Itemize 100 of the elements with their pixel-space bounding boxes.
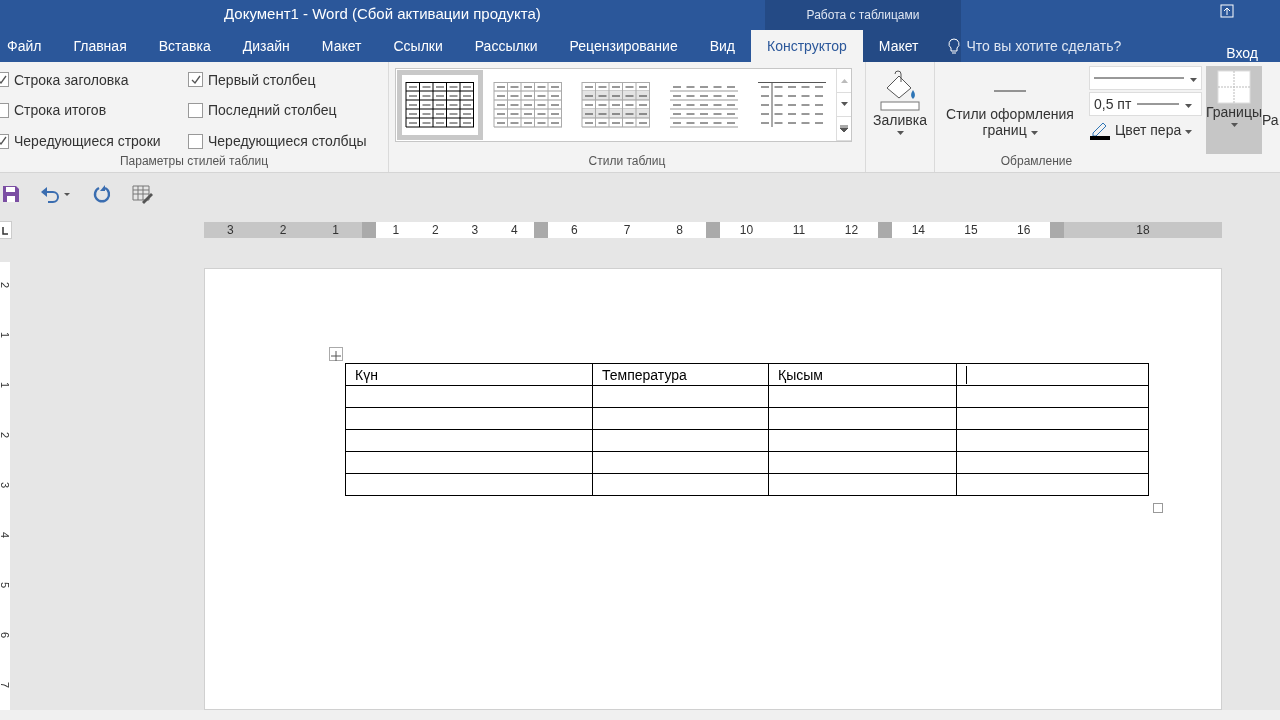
redo-icon[interactable] [92, 184, 112, 204]
table-cell[interactable] [345, 451, 593, 474]
table-cell[interactable] [592, 451, 769, 474]
line-weight-dropdown[interactable]: 0,5 пт [1089, 92, 1202, 116]
ribbon-tab[interactable]: Главная [57, 30, 143, 62]
table-cell[interactable] [592, 385, 769, 408]
borders-button[interactable]: Границы [1206, 66, 1262, 154]
style-option-checkbox[interactable]: Строка итогов [0, 97, 188, 124]
table-cell[interactable] [345, 407, 593, 430]
ribbon-display-icon[interactable] [1220, 4, 1234, 18]
ruler-column-marker[interactable] [878, 222, 892, 238]
ruler-number: 7 [623, 223, 631, 237]
table-cell[interactable]: Күн [345, 363, 593, 386]
ruler-number: 8 [676, 223, 683, 237]
ruler-number: 18 [1136, 223, 1150, 237]
ruler-number: 3 [471, 223, 479, 237]
save-icon[interactable] [2, 185, 20, 203]
ribbon-tab[interactable]: Рецензирование [553, 30, 694, 62]
table-cell[interactable] [345, 429, 593, 452]
ruler-number: 16 [1016, 223, 1031, 237]
ribbon-tab[interactable]: Макет [862, 30, 935, 62]
caret-icon [1190, 77, 1197, 82]
table-cell[interactable] [956, 363, 1149, 386]
ruler-number: 4 [510, 223, 518, 237]
ribbon-tab[interactable]: Вставка [142, 30, 227, 62]
ruler-number: 2 [279, 223, 287, 237]
table-move-handle[interactable] [329, 347, 343, 361]
ribbon-tab[interactable]: Вид [693, 30, 752, 62]
borders-grid-icon [1217, 70, 1251, 104]
paint-bucket-icon [877, 70, 923, 112]
caret-icon [896, 131, 904, 135]
ribbon-tab[interactable]: Рассылки [458, 30, 554, 62]
ruler-column-marker[interactable] [1050, 222, 1064, 238]
border-styles-button[interactable]: Стили оформления границ [935, 66, 1085, 154]
table-cell[interactable] [345, 473, 593, 496]
ribbon-tab[interactable]: Макет [305, 30, 378, 62]
table-cell[interactable] [956, 407, 1149, 430]
table-cell[interactable] [768, 473, 957, 496]
caret-icon [1185, 129, 1193, 134]
tab-stop-selector[interactable] [0, 221, 12, 239]
ruler-column-marker[interactable] [534, 222, 548, 238]
table-cell[interactable] [956, 451, 1149, 474]
ribbon-tab[interactable]: Файл [0, 30, 58, 62]
ruler-number: 6 [0, 632, 11, 641]
table-cell[interactable] [345, 385, 593, 408]
style-option-checkbox[interactable]: Чередующиеся столбцы [188, 128, 388, 154]
style-option-checkbox[interactable]: Первый столбец [188, 67, 388, 93]
style-option-checkbox[interactable]: Чередующиеся строки [0, 128, 188, 154]
style-option-checkbox[interactable]: Строка заголовка [0, 67, 188, 93]
text-cursor [966, 365, 967, 384]
table-resize-handle[interactable] [1153, 503, 1163, 513]
check-icon [189, 73, 202, 86]
table-cell[interactable] [956, 473, 1149, 496]
line-style-dropdown[interactable] [1089, 66, 1202, 90]
tell-me-field[interactable]: Что вы хотите сделать? [964, 37, 1149, 55]
ruler-number: 6 [571, 223, 578, 237]
ruler-number: 5 [0, 582, 11, 591]
table-cell[interactable] [956, 385, 1149, 408]
table-cell[interactable] [592, 473, 769, 496]
group-label: Обрамление [999, 154, 1074, 170]
table-style-thumbnail[interactable] [396, 69, 484, 141]
check-icon [0, 73, 8, 86]
line-icon [993, 90, 1027, 92]
table-cell[interactable] [592, 407, 769, 430]
table-cell[interactable] [768, 429, 957, 452]
context-tab-label: Работа с таблицами [765, 0, 961, 30]
cut-off-button-label[interactable]: Ра [1262, 66, 1279, 154]
caret-icon [1185, 103, 1193, 108]
ruler-number: 10 [739, 223, 754, 237]
group-label: Параметры стилей таблиц [118, 154, 270, 170]
ruler-number: 15 [964, 223, 978, 237]
ruler-column-marker[interactable] [706, 222, 720, 238]
draw-table-icon[interactable] [132, 184, 154, 204]
sign-in-link[interactable]: Вход [1220, 44, 1264, 62]
lightbulb-icon [948, 38, 961, 54]
table-cell[interactable] [768, 451, 957, 474]
ruler-number: 3 [0, 482, 11, 491]
shading-button[interactable]: Заливка [866, 66, 934, 135]
table-cell[interactable]: Температура [592, 363, 769, 386]
ruler-column-marker[interactable] [362, 222, 376, 238]
caret-icon [1230, 123, 1238, 127]
ruler-number: 2 [0, 282, 11, 291]
table-cell[interactable]: Қысым [768, 363, 957, 386]
table-cell[interactable] [768, 385, 957, 408]
undo-icon[interactable] [40, 185, 72, 203]
ruler-number: 1 [332, 223, 339, 237]
table-cell[interactable] [956, 429, 1149, 452]
ruler-number: 3 [227, 223, 234, 237]
ruler-number: 4 [0, 532, 11, 541]
ribbon-tab[interactable]: Конструктор [751, 30, 863, 62]
table-cell[interactable] [768, 407, 957, 430]
ruler-number: 1 [0, 332, 11, 341]
style-option-checkbox[interactable]: Последний столбец [188, 97, 388, 124]
line-sample-icon [1137, 102, 1180, 106]
table-cell[interactable] [592, 429, 769, 452]
group-label: Стили таблиц [587, 154, 667, 170]
ribbon-tab[interactable]: Ссылки [377, 30, 459, 62]
ribbon-tab[interactable]: Дизайн [226, 30, 306, 62]
pen-color-button[interactable]: Цвет пера [1089, 118, 1202, 142]
line-sample-icon [1094, 76, 1184, 80]
